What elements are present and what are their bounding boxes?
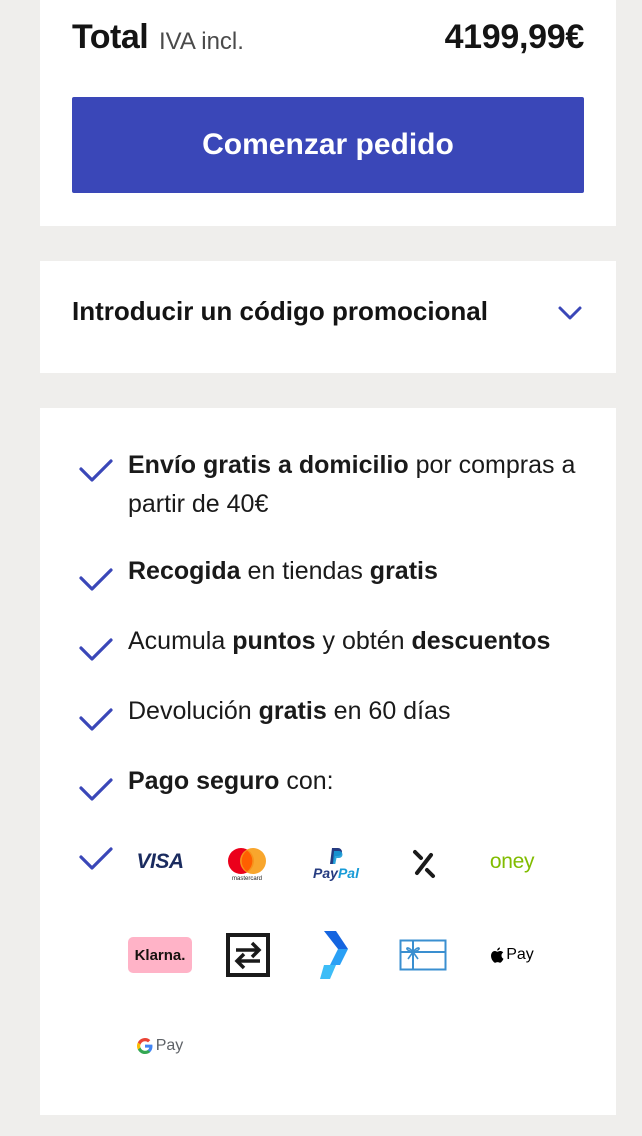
start-order-button[interactable]: Comenzar pedido xyxy=(72,97,584,193)
total-row: Total IVA incl. 4199,99€ xyxy=(72,18,584,62)
google-g-icon xyxy=(136,1038,153,1054)
apple-icon xyxy=(491,947,504,963)
promo-code-label: Introducir un código promocional xyxy=(72,296,488,326)
sequra-logo xyxy=(404,844,444,884)
financing-icon xyxy=(320,931,348,979)
benefit-text: Devolución gratis en 60 días xyxy=(128,697,451,725)
check-icon xyxy=(79,459,113,482)
gift-card-logo xyxy=(398,936,448,974)
check-icon xyxy=(79,708,113,731)
benefit-text: Recogida en tiendas gratis xyxy=(128,557,438,585)
google-pay-logo: Pay xyxy=(132,1028,188,1064)
benefit-text: Acumula puntos y obtén descuentos xyxy=(128,627,551,655)
paypal-p-icon xyxy=(330,848,343,864)
gift-card-icon xyxy=(399,939,447,971)
total-price: 4199,99€ xyxy=(444,18,585,56)
klarna-logo: Klarna. xyxy=(128,937,192,973)
financing-logo xyxy=(312,928,360,982)
check-icon xyxy=(79,847,113,870)
benefit-text: Envío gratis a domicilio por compras a p… xyxy=(128,451,576,518)
paypal-logo: PayPal xyxy=(306,844,366,884)
benefits-card: Envío gratis a domicilio por compras a p… xyxy=(40,408,616,1115)
mastercard-logo: mastercard xyxy=(222,844,272,884)
chevron-down-icon[interactable] xyxy=(556,299,584,327)
check-icon xyxy=(79,778,113,801)
benefit-text: Pago seguro con: xyxy=(128,767,334,795)
order-summary-card: Total IVA incl. 4199,99€ Comenzar pedido xyxy=(40,0,616,226)
apple-pay-logo: Pay xyxy=(484,937,540,973)
check-icon xyxy=(79,638,113,661)
visa-logo: VISA xyxy=(136,850,184,873)
check-icon xyxy=(79,568,113,591)
oney-logo: oney xyxy=(489,850,535,873)
bank-transfer-icon xyxy=(226,933,270,977)
transfer-logo xyxy=(226,933,270,977)
mastercard-circles xyxy=(228,847,266,874)
total-label: Total xyxy=(72,18,149,56)
sequra-icon xyxy=(413,850,435,878)
tax-included-label: IVA incl. xyxy=(159,28,244,55)
promo-code-toggle[interactable]: Introducir un código promocional xyxy=(40,261,616,373)
